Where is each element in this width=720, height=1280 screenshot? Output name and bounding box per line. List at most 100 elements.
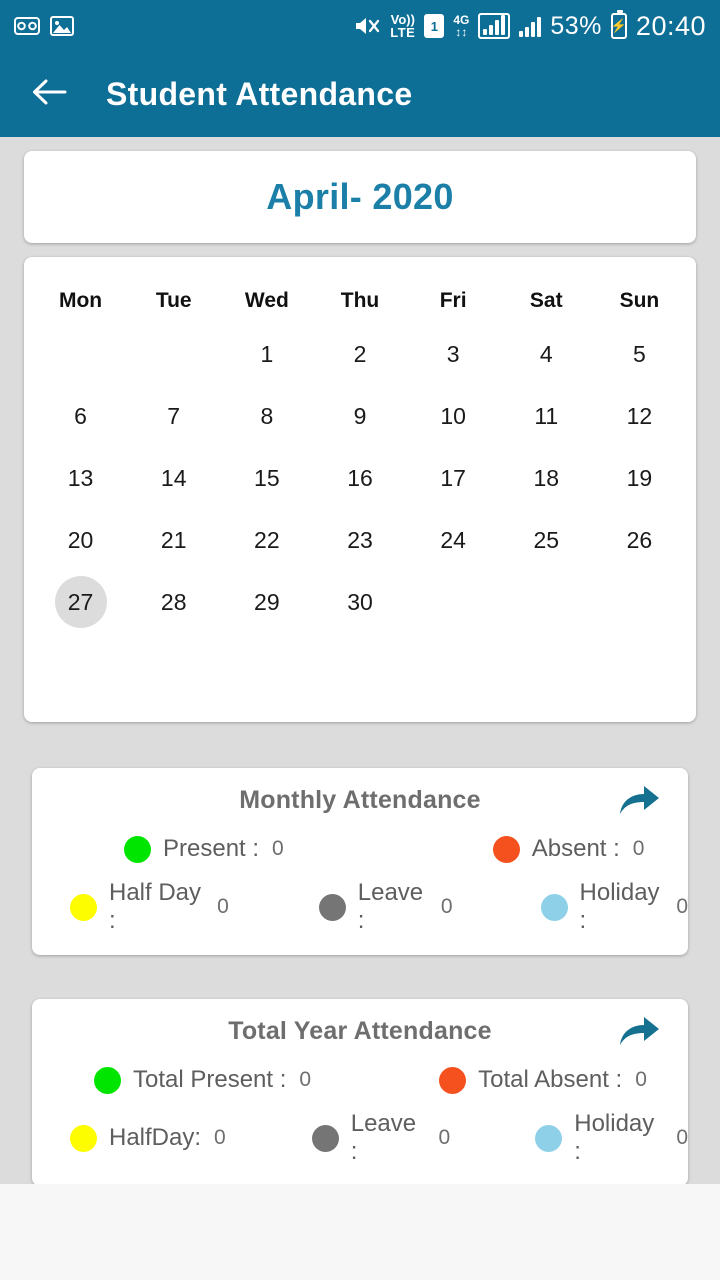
day-cell[interactable]: 16 xyxy=(313,447,406,509)
day-cell[interactable]: 24 xyxy=(407,509,500,571)
stat-year-holiday: Holiday : 0 xyxy=(535,1110,688,1166)
weekday-header-sat: Sat xyxy=(529,289,563,312)
day-cell[interactable]: 30 xyxy=(313,571,406,633)
day-cell[interactable] xyxy=(500,571,593,633)
signal-icon xyxy=(478,13,511,39)
day-label: 15 xyxy=(254,464,280,491)
day-cell[interactable]: 20 xyxy=(34,509,127,571)
day-cell[interactable]: 11 xyxy=(500,385,593,447)
day-label: 1 xyxy=(260,340,274,367)
day-cell[interactable]: 6 xyxy=(34,385,127,447)
year-leave-value: 0 xyxy=(438,1126,451,1149)
back-button[interactable] xyxy=(26,72,72,118)
day-label: 24 xyxy=(440,526,466,553)
calendar-week-row: 6 7 8 9 10 11 12 xyxy=(34,385,686,447)
day-label: 25 xyxy=(533,526,560,553)
stat-year-leave: Leave : 0 xyxy=(311,1110,451,1166)
total-absent-label: Total Absent : xyxy=(478,1066,623,1093)
day-label xyxy=(613,573,665,625)
day-label: 28 xyxy=(160,588,187,615)
year-holiday-status-dot xyxy=(535,1124,563,1152)
day-cell[interactable]: 28 xyxy=(127,571,220,633)
monthly-row-1: Present : 0 Absent : 0 xyxy=(32,835,688,863)
day-label: 20 xyxy=(67,526,94,553)
share-arrow-icon[interactable] xyxy=(616,782,662,823)
day-cell[interactable]: 26 xyxy=(593,509,686,571)
day-cell[interactable]: 29 xyxy=(220,571,313,633)
battery-percent-label: 53% xyxy=(550,11,602,40)
absent-status-dot xyxy=(492,835,520,863)
day-cell[interactable]: 9 xyxy=(313,385,406,447)
day-label: 10 xyxy=(440,402,466,429)
day-label: 9 xyxy=(353,402,367,429)
holiday-status-dot xyxy=(540,893,568,921)
day-cell[interactable]: 12 xyxy=(593,385,686,447)
present-label: Present : xyxy=(163,835,260,862)
month-header-card[interactable]: April- 2020 xyxy=(24,151,696,243)
day-cell[interactable]: 13 xyxy=(34,447,127,509)
calendar-weekday-row: Mon Tue Wed Thu Fri Sat Sun xyxy=(34,275,686,323)
weekday-header-mon: Mon xyxy=(58,289,103,312)
image-icon xyxy=(50,15,74,37)
day-cell[interactable] xyxy=(593,571,686,633)
battery-charging-icon: ⚡ xyxy=(611,10,627,39)
day-label: 12 xyxy=(626,402,653,429)
weekday-header-wed: Wed xyxy=(244,289,289,312)
day-cell[interactable]: 18 xyxy=(500,447,593,509)
day-cell[interactable]: 1 xyxy=(220,323,313,385)
day-label: 22 xyxy=(254,526,280,553)
day-cell[interactable]: 22 xyxy=(220,509,313,571)
status-bar-left xyxy=(14,15,74,37)
day-cell[interactable]: 2 xyxy=(313,323,406,385)
day-label: 16 xyxy=(347,464,373,491)
total-year-attendance-title: Total Year Attendance xyxy=(228,1017,492,1045)
year-half-day-value: 0 xyxy=(214,1126,226,1149)
calendar-week-row: 1 2 3 4 5 xyxy=(34,323,686,385)
year-leave-label: Leave : xyxy=(350,1110,417,1165)
day-label: 8 xyxy=(260,402,274,429)
total-absent-status-dot xyxy=(439,1066,467,1094)
day-label: 17 xyxy=(440,464,466,491)
status-bar: Vo)) LTE 1 4G ↕↕ 53% ⚡ 20:40 xyxy=(0,0,720,52)
day-cell-today[interactable]: 27 xyxy=(34,571,127,633)
day-cell[interactable]: 8 xyxy=(220,385,313,447)
stat-half-day: Half Day : 0 xyxy=(70,879,229,935)
day-cell[interactable]: 17 xyxy=(407,447,500,509)
day-cell[interactable]: 14 xyxy=(127,447,220,509)
day-label xyxy=(520,573,572,625)
day-cell[interactable]: 25 xyxy=(500,509,593,571)
day-label: 11 xyxy=(534,402,559,429)
day-cell[interactable] xyxy=(127,323,220,385)
day-cell[interactable]: 21 xyxy=(127,509,220,571)
voicemail-icon xyxy=(14,16,40,36)
signal-icon-2 xyxy=(519,15,542,37)
day-cell[interactable]: 4 xyxy=(500,323,593,385)
day-cell[interactable]: 7 xyxy=(127,385,220,447)
monthly-row-2: Half Day : 0 Leave : 0 Holiday : 0 xyxy=(32,879,688,935)
day-label: 27 xyxy=(54,576,107,628)
day-cell[interactable]: 23 xyxy=(313,509,406,571)
status-bar-right: Vo)) LTE 1 4G ↕↕ 53% ⚡ 20:40 xyxy=(353,10,706,42)
back-arrow-icon xyxy=(29,77,69,112)
day-cell[interactable]: 10 xyxy=(407,385,500,447)
main-content: April- 2020 Mon Tue Wed Thu Fri Sat Sun xyxy=(0,137,720,1184)
clock-label: 20:40 xyxy=(635,10,706,41)
day-label xyxy=(148,325,200,377)
day-label: 21 xyxy=(160,526,187,553)
total-present-label: Total Present : xyxy=(133,1066,287,1093)
weekday-header-tue: Tue xyxy=(155,289,192,312)
day-cell[interactable]: 3 xyxy=(407,323,500,385)
day-cell[interactable] xyxy=(34,323,127,385)
half-day-status-dot xyxy=(70,893,97,921)
day-cell[interactable] xyxy=(407,571,500,633)
stat-holiday: Holiday : 0 xyxy=(540,879,688,935)
day-cell[interactable]: 5 xyxy=(593,323,686,385)
half-day-value: 0 xyxy=(217,895,229,918)
leave-label: Leave : xyxy=(357,879,424,934)
day-label: 2 xyxy=(353,340,367,367)
data-arrows-icon: ↕↕ xyxy=(455,25,468,39)
volte-icon: Vo)) LTE xyxy=(390,13,415,39)
share-arrow-icon[interactable] xyxy=(616,1013,662,1054)
day-cell[interactable]: 19 xyxy=(593,447,686,509)
day-cell[interactable]: 15 xyxy=(220,447,313,509)
